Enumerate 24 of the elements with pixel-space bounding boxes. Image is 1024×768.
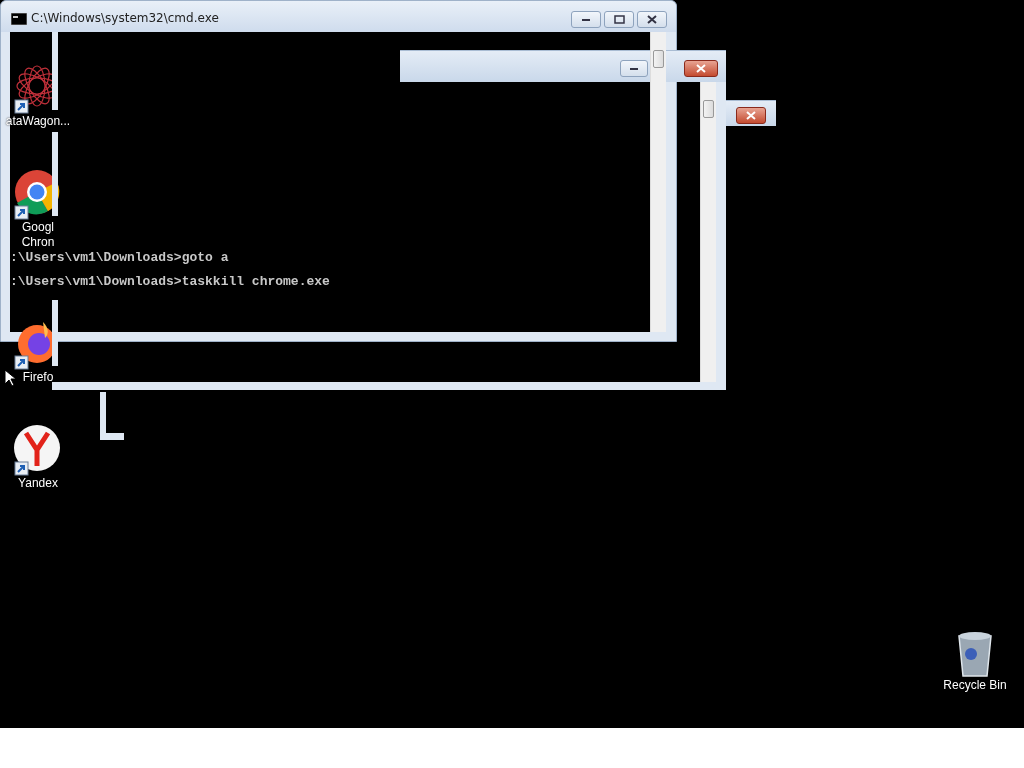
cursor-icon — [4, 369, 16, 387]
maximize-button[interactable] — [604, 11, 634, 28]
close-icon — [647, 15, 657, 24]
scrollbar[interactable] — [700, 82, 716, 382]
window-title: C:\Windows\system32\cmd.exe — [31, 11, 219, 25]
yandex-icon — [13, 424, 63, 476]
icon-label[interactable]: Chron — [21, 235, 55, 250]
close-button[interactable] — [637, 11, 667, 28]
maximize-icon — [613, 15, 625, 24]
console-icon — [11, 13, 27, 25]
minimize-button[interactable] — [620, 60, 648, 77]
console-line: :\Users\vm1\Downloads>goto a — [10, 250, 230, 266]
icon-label[interactable]: Yandex — [18, 476, 58, 491]
close-icon — [746, 111, 756, 120]
icon-label[interactable]: Firefo — [22, 370, 54, 385]
close-button[interactable] — [736, 107, 766, 124]
icon-label[interactable]: Recycle Bin — [943, 678, 1007, 693]
scrollbar[interactable] — [650, 32, 666, 332]
close-button[interactable] — [684, 60, 718, 77]
minimize-button[interactable] — [571, 11, 601, 28]
icon-label[interactable]: Googl — [22, 220, 54, 235]
trash-can-icon — [955, 630, 995, 678]
console-line: :\Users\vm1\Downloads>taskkill chrome.exe — [10, 274, 330, 290]
close-icon — [696, 64, 706, 73]
